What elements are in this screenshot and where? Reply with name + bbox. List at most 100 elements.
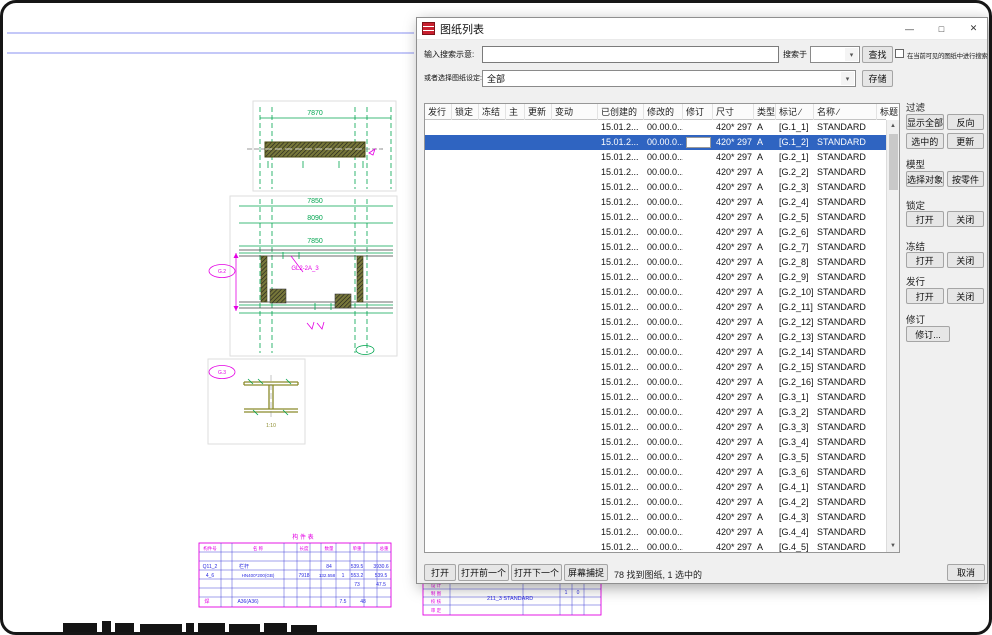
bom-cell: 132.558 [319, 573, 336, 578]
freeze-on-button[interactable]: 打开 [906, 252, 944, 268]
column-header-title[interactable]: 标题 [877, 104, 900, 120]
table-row[interactable]: 15.01.2...00.00.0...420* 297A[G.1_1]STAN… [425, 120, 886, 135]
drawings-table: 发行锁定冻结主更新变动已创建的修改的修订尺寸类型标记 ∕名称 ∕标题 15.01… [424, 103, 900, 553]
lock-on-button[interactable]: 打开 [906, 211, 944, 227]
search-in-dropdown[interactable]: ▾ [810, 46, 860, 63]
dimension-label: 7870 [307, 110, 323, 117]
table-row[interactable]: 15.01.2...00.00.0...420* 297A[G.2_11]STA… [425, 300, 886, 315]
bom-cell: Q11_2 [203, 564, 218, 570]
update-button[interactable]: 更新 [947, 133, 985, 149]
open-previous-button[interactable]: 打开前一个 [458, 564, 509, 581]
bom-cell: 539.5 [351, 564, 364, 570]
table-row[interactable]: 15.01.2...00.00.0...420* 297A[G.2_15]STA… [425, 360, 886, 375]
selected-filter-button[interactable]: 选中的 [906, 133, 944, 149]
open-next-button[interactable]: 打开下一个 [511, 564, 562, 581]
cancel-button[interactable]: 取消 [947, 564, 985, 581]
table-row[interactable]: 15.01.2...00.00.0...420* 297A[G.2_7]STAN… [425, 240, 886, 255]
table-row[interactable]: 15.01.2...00.00.0...420* 297A[G.4_2]STAN… [425, 495, 886, 510]
titleblock-label: 制 图 [431, 590, 442, 597]
lock-off-button[interactable]: 关闭 [947, 211, 985, 227]
bom-cell: 1 [342, 573, 345, 579]
column-header-issue[interactable]: 发行 [425, 104, 452, 120]
table-row[interactable]: 15.01.2...00.00.0...420* 297A[G.2_9]STAN… [425, 270, 886, 285]
table-row[interactable]: 15.01.2...00.00.0...420* 297A[G.3_3]STAN… [425, 420, 886, 435]
table-row[interactable]: 15.01.2...00.00.0...420* 297A[G.3_4]STAN… [425, 435, 886, 450]
table-row[interactable]: 15.01.2...00.00.0...420* 297A[G.2_10]STA… [425, 285, 886, 300]
table-row[interactable]: 15.01.2...00.00.0...420* 297A[G.4_1]STAN… [425, 480, 886, 495]
snapshot-button[interactable]: 屏幕捕捉 [564, 564, 608, 581]
drawing-set-dropdown[interactable]: 全部 ▾ [482, 70, 856, 87]
table-row[interactable]: 15.01.2...00.00.0...420* 297A[G.2_14]STA… [425, 345, 886, 360]
column-header-changes[interactable]: 变动 [552, 104, 598, 120]
titleblock-label: 校 核 [431, 598, 442, 605]
table-row[interactable]: 15.01.2...00.00.0...420* 297A[G.2_4]STAN… [425, 195, 886, 210]
search-visible-checkbox[interactable] [895, 49, 904, 58]
freeze-group-label: 冻结 [906, 239, 925, 253]
column-header-name[interactable]: 名称 ∕ [814, 104, 877, 120]
scroll-up-icon[interactable]: ▲ [887, 120, 899, 132]
revision-button[interactable]: 修订... [906, 326, 950, 342]
column-header-size[interactable]: 尺寸 [713, 104, 754, 120]
clipped-cad-text [63, 621, 317, 635]
table-row[interactable]: 15.01.2...00.00.0...420* 297A[G.2_6]STAN… [425, 225, 886, 240]
table-row[interactable]: 15.01.2...00.00.0...420* 297A[G.1_2]STAN… [425, 135, 886, 150]
freeze-off-button[interactable]: 关闭 [947, 252, 985, 268]
find-button[interactable]: 查找 [862, 46, 893, 63]
dialog-titlebar[interactable]: 图纸列表 — □ ✕ [417, 18, 987, 40]
column-header-revision[interactable]: 修订 [683, 104, 713, 120]
column-header-type[interactable]: 类型 [754, 104, 776, 120]
bom-cell: 焊 [204, 598, 209, 605]
table-row[interactable]: 15.01.2...00.00.0...420* 297A[G.3_6]STAN… [425, 465, 886, 480]
column-header-freeze[interactable]: 冻结 [479, 104, 506, 120]
by-parts-button[interactable]: 按零件 [947, 171, 984, 187]
revision-edit-box[interactable] [686, 137, 711, 148]
drawing-view-middle: 7850 8090 7850 GL2-2A_3 [209, 196, 397, 356]
select-objects-button[interactable]: 选择对象 [906, 171, 944, 187]
vertical-scrollbar[interactable]: ▲ ▼ [886, 120, 899, 552]
column-header-lock[interactable]: 锁定 [452, 104, 479, 120]
titleblock-drawing-name: 211_3 STANDARD [487, 596, 533, 602]
beam-elevation [265, 142, 365, 157]
issue-off-button[interactable]: 关闭 [947, 288, 985, 304]
table-row[interactable]: 15.01.2...00.00.0...420* 297A[G.3_1]STAN… [425, 390, 886, 405]
table-row[interactable]: 15.01.2...00.00.0...420* 297A[G.2_2]STAN… [425, 165, 886, 180]
view-bubble-label: G.3 [218, 370, 226, 376]
invert-button[interactable]: 反向 [947, 114, 984, 130]
table-row[interactable]: 15.01.2...00.00.0...420* 297A[G.4_3]STAN… [425, 510, 886, 525]
table-row[interactable]: 15.01.2...00.00.0...420* 297A[G.3_2]STAN… [425, 405, 886, 420]
table-row[interactable]: 15.01.2...00.00.0...420* 297A[G.2_1]STAN… [425, 150, 886, 165]
titleblock-cell: 0 [577, 590, 580, 596]
table-row[interactable]: 15.01.2...00.00.0...420* 297A[G.2_13]STA… [425, 330, 886, 345]
scrollbar-thumb[interactable] [889, 134, 898, 190]
scroll-down-icon[interactable]: ▼ [887, 540, 899, 552]
bom-cell: 553.2 [351, 573, 364, 579]
search-input[interactable] [482, 46, 779, 63]
drawing-list-icon [422, 22, 435, 35]
column-header-mark[interactable]: 标记 ∕ [776, 104, 814, 120]
table-row[interactable]: 15.01.2...00.00.0...420* 297A[G.4_4]STAN… [425, 525, 886, 540]
minimize-button[interactable]: — [896, 18, 923, 39]
table-row[interactable]: 15.01.2...00.00.0...420* 297A[G.2_12]STA… [425, 315, 886, 330]
table-row[interactable]: 15.01.2...00.00.0...420* 297A[G.3_5]STAN… [425, 450, 886, 465]
bom-header: 名 称 [253, 545, 264, 552]
status-text: 78 找到图纸, 1 选中的 [614, 568, 702, 581]
table-row[interactable]: 15.01.2...00.00.0...420* 297A[G.4_5]STAN… [425, 540, 886, 553]
table-row[interactable]: 15.01.2...00.00.0...420* 297A[G.2_8]STAN… [425, 255, 886, 270]
bom-table: 构 件 表 构件号 名 称 长度 数量 单重 总重 Q11_2 栏 [199, 533, 391, 607]
table-body: 15.01.2...00.00.0...420* 297A[G.1_1]STAN… [425, 120, 886, 553]
save-button[interactable]: 存储 [862, 70, 893, 87]
bom-header: 长度 [300, 545, 309, 552]
table-row[interactable]: 15.01.2...00.00.0...420* 297A[G.2_16]STA… [425, 375, 886, 390]
column-header-modified[interactable]: 修改的 [644, 104, 683, 120]
show-all-button[interactable]: 显示全部 [906, 114, 944, 130]
model-group-label: 模型 [906, 157, 925, 171]
open-button[interactable]: 打开 [424, 564, 456, 581]
column-header-created[interactable]: 已创建的 [598, 104, 644, 120]
column-header-main[interactable]: 主 [506, 104, 525, 120]
maximize-button[interactable]: □ [928, 18, 955, 39]
issue-on-button[interactable]: 打开 [906, 288, 944, 304]
column-header-update[interactable]: 更新 [525, 104, 552, 120]
table-row[interactable]: 15.01.2...00.00.0...420* 297A[G.2_5]STAN… [425, 210, 886, 225]
table-row[interactable]: 15.01.2...00.00.0...420* 297A[G.2_3]STAN… [425, 180, 886, 195]
close-button[interactable]: ✕ [960, 18, 987, 39]
